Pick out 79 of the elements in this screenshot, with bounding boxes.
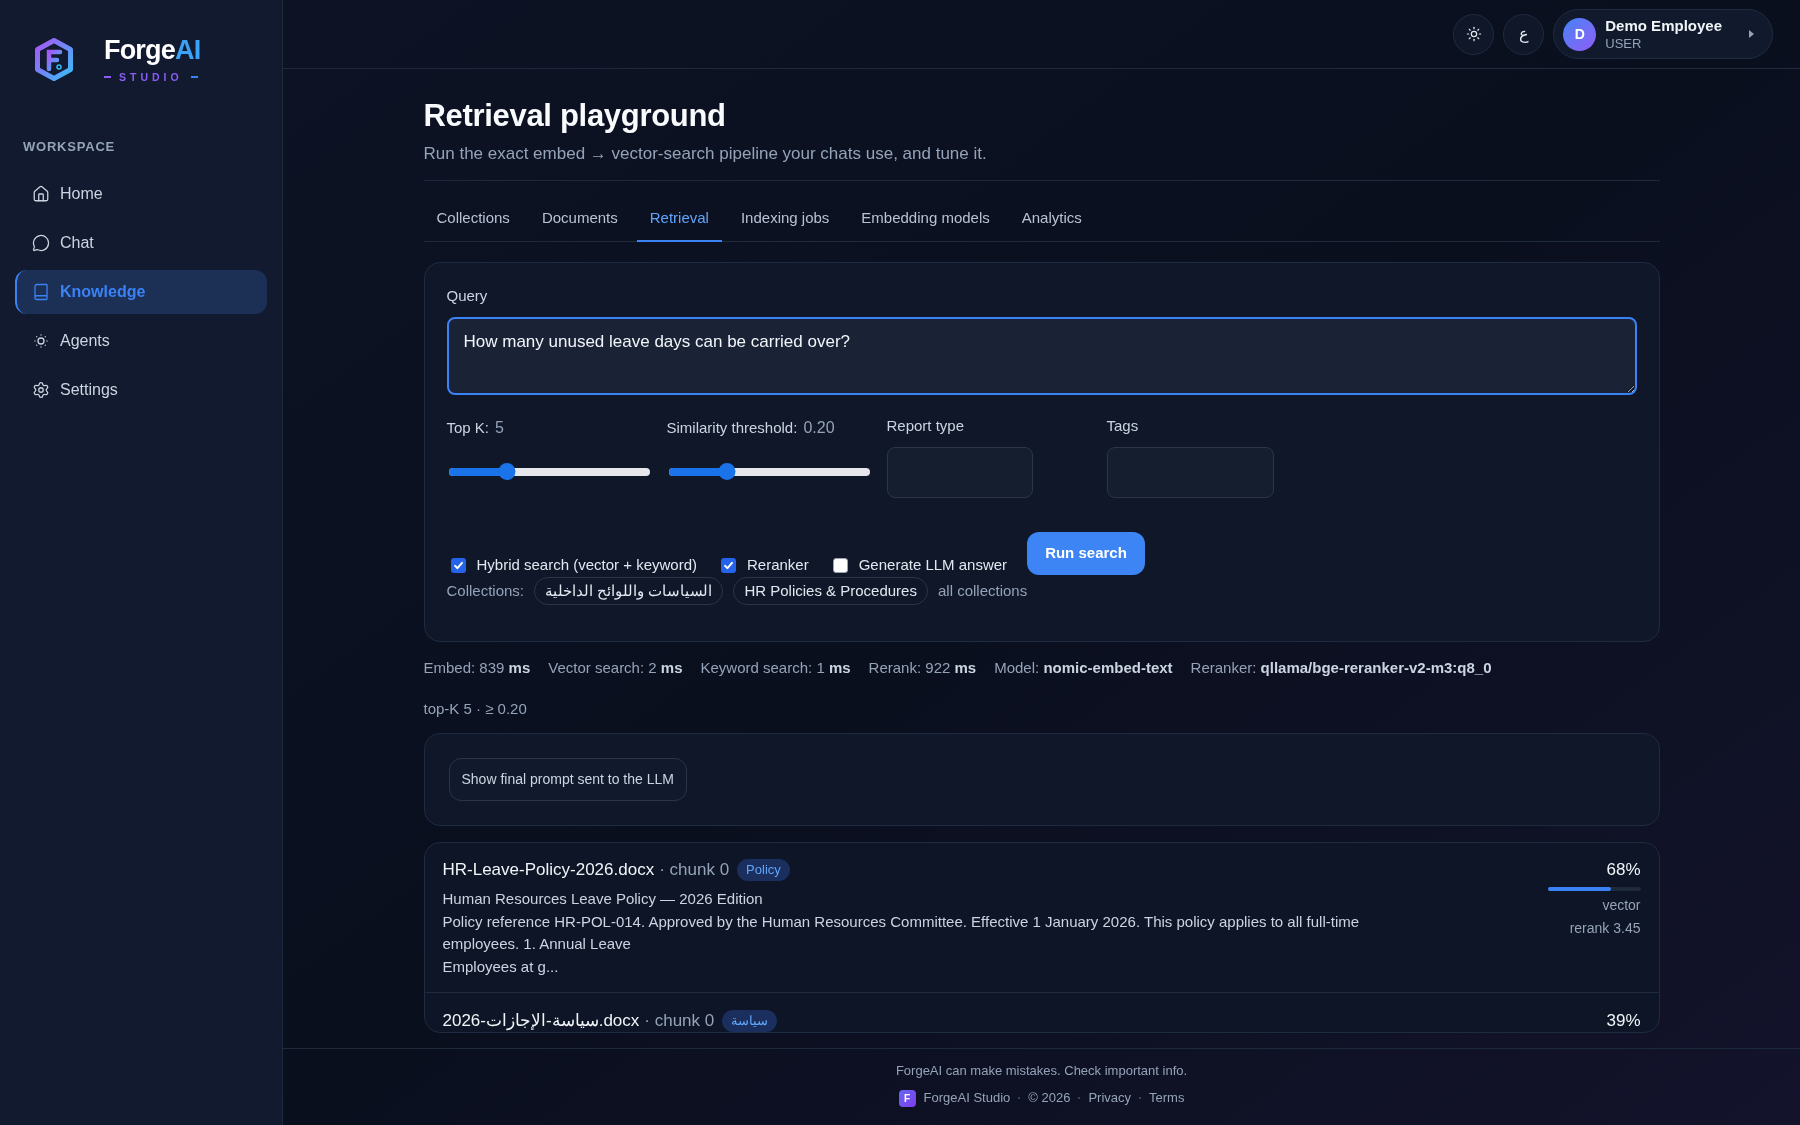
copyright-text: © 2026 xyxy=(1028,1089,1071,1108)
book-icon xyxy=(32,283,50,301)
sun-icon xyxy=(1465,26,1482,42)
home-icon xyxy=(32,185,50,203)
all-collections-link[interactable]: all collections xyxy=(937,579,1028,603)
chunk-label: · chunk 0 xyxy=(659,859,730,881)
show-prompt-button[interactable]: Show final prompt sent to the LLM xyxy=(448,758,687,801)
score-value: 68% xyxy=(1606,859,1641,881)
metric-text: Keyword search: 1 ms xyxy=(700,658,851,678)
result-file-name[interactable]: HR-Leave-Policy-2026.docx xyxy=(442,859,655,881)
checkbox-label[interactable]: Reranker xyxy=(747,555,809,575)
user-avatar: D xyxy=(1563,17,1597,51)
tab[interactable]: Retrieval xyxy=(636,196,722,242)
chat-bubble-icon xyxy=(32,234,50,252)
checkbox-label[interactable]: Hybrid search (vector + keyword) xyxy=(476,555,697,575)
score-label: vector xyxy=(1602,896,1641,915)
nav-item[interactable]: Agents xyxy=(15,319,267,363)
language-button[interactable]: ع xyxy=(1503,13,1545,55)
rerank-score: rerank 3.45 xyxy=(1569,919,1641,938)
metric-text: Rerank: 922 ms xyxy=(868,658,977,678)
nav-item[interactable]: Home xyxy=(15,172,267,216)
result-file-name[interactable]: سياسة-الإجازات-2026.docx xyxy=(442,1010,640,1032)
field-label: Tags xyxy=(1106,416,1140,436)
settings-icon xyxy=(32,381,50,399)
slider-value: 0.20 xyxy=(803,418,835,438)
brand-name: ForgeAI xyxy=(104,35,201,65)
chunk-label: · chunk 0 xyxy=(644,1010,715,1032)
checkbox[interactable] xyxy=(450,557,466,573)
tab[interactable]: Documents xyxy=(528,196,631,242)
logo-icon: F xyxy=(898,1089,916,1107)
collections-label: Collections: xyxy=(446,580,525,601)
query-input[interactable]: How many unused leave days can be carried over? xyxy=(446,317,1637,395)
nav-item[interactable]: Chat xyxy=(15,221,267,265)
tab[interactable]: Collections xyxy=(423,196,523,242)
footer-brand: ForgeAI Studio xyxy=(923,1089,1011,1108)
user-name: Demo Employee xyxy=(1605,16,1722,35)
nav-item[interactable]: Settings xyxy=(15,368,267,412)
slider-label: Similarity threshold: xyxy=(666,418,798,438)
page-title: Retrieval playground xyxy=(423,97,727,135)
nav-item[interactable]: Knowledge xyxy=(15,270,267,314)
user-role: USER xyxy=(1605,34,1642,52)
tag-badge: سياسة xyxy=(722,1010,778,1032)
field-label: Query xyxy=(446,286,489,306)
filter-summary: top-K 5 · ≥ 0.20 xyxy=(423,699,528,719)
metric-text: Reranker: qllama/bge-reranker-v2-m3:q8_0 xyxy=(1190,658,1492,678)
disclaimer-text: ForgeAI can make mistakes. Check important info. xyxy=(895,1062,1188,1080)
brand-tagline: STUDIO xyxy=(119,70,183,84)
slider[interactable] xyxy=(448,463,650,480)
footer-link[interactable]: Terms xyxy=(1149,1088,1185,1108)
slider-track[interactable] xyxy=(448,467,650,476)
tags-field[interactable] xyxy=(1106,447,1274,498)
user-menu-button[interactable]: D Demo Employee USER xyxy=(1553,9,1773,59)
checkbox[interactable] xyxy=(832,557,848,573)
tab[interactable]: Indexing jobs xyxy=(727,196,843,242)
run-search-button[interactable]: Run search xyxy=(1027,532,1145,575)
result-snippet: Human Resources Leave Policy — 2026 Edition Policy reference HR-POL-014. Approved by the Human Resources Committee. Effective 1 January 2026. This policy applies to all full-time employees. 1. Annual Leave Employees at g... xyxy=(442,889,1361,977)
report-type-field[interactable] xyxy=(886,447,1033,498)
logo-icon xyxy=(35,38,73,81)
slider[interactable] xyxy=(668,463,870,480)
field-label: Report type xyxy=(886,416,966,436)
tag-badge: Policy xyxy=(737,859,790,881)
score-value: 39% xyxy=(1606,1010,1641,1032)
metric-text: Model: nomic-embed-text xyxy=(994,658,1173,678)
slider-thumb[interactable] xyxy=(498,463,516,480)
tab[interactable]: Analytics xyxy=(1008,196,1095,242)
metric-text: Embed: 839 ms xyxy=(423,658,531,678)
checkbox[interactable] xyxy=(721,557,736,573)
tab[interactable]: Embedding models xyxy=(848,196,1003,242)
page-subtitle: Run the exact embed → vector-search pipeline your chats use, and tune it. xyxy=(423,143,988,165)
section-title: WORKSPACE xyxy=(22,139,116,155)
checkbox-label[interactable]: Generate LLM answer xyxy=(858,555,1008,575)
caret-right-icon xyxy=(1749,30,1754,38)
slider-label: Top K: xyxy=(446,418,490,438)
metric-text: Vector search: 2 ms xyxy=(548,658,683,678)
slider-track[interactable] xyxy=(668,467,870,476)
slider-value: 5 xyxy=(495,418,504,438)
footer-link[interactable]: Privacy xyxy=(1088,1088,1132,1108)
slider-thumb[interactable] xyxy=(718,463,736,480)
theme-toggle-button[interactable] xyxy=(1453,13,1495,55)
